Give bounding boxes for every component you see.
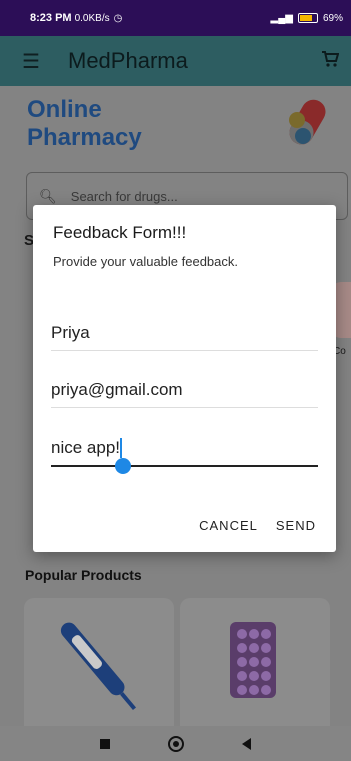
status-bar: 8:23 PM 0.0KB/s ◷ ▂▄▆ 69% bbox=[0, 0, 351, 36]
status-net-speed: 0.0KB/s bbox=[74, 12, 110, 24]
text-cursor bbox=[120, 438, 122, 458]
hero-title-line2: Pharmacy bbox=[27, 124, 142, 151]
recent-apps-icon[interactable] bbox=[100, 738, 110, 749]
alarm-icon: ◷ bbox=[113, 12, 123, 24]
search-icon: 🔍︎ bbox=[39, 187, 57, 204]
dialog-title: Feedback Form!!! bbox=[53, 223, 187, 242]
cart-icon[interactable] bbox=[321, 50, 340, 73]
pills-icon bbox=[289, 99, 326, 145]
battery-percent: 69% bbox=[322, 12, 343, 24]
hamburger-menu-icon[interactable]: ☰ bbox=[22, 49, 50, 74]
signal-icon: ▂▄▆ bbox=[270, 12, 293, 24]
feedback-field[interactable]: nice app! bbox=[51, 431, 318, 467]
feedback-dialog: Feedback Form!!! Provide your valuable f… bbox=[33, 205, 336, 552]
cursor-handle[interactable] bbox=[115, 458, 131, 474]
tablet-strip-icon bbox=[230, 622, 276, 698]
battery-icon bbox=[297, 13, 318, 23]
name-field[interactable]: Priya bbox=[51, 315, 318, 351]
cancel-button[interactable]: CANCEL bbox=[199, 518, 258, 533]
hero-title-line1: Online bbox=[27, 96, 102, 123]
email-field[interactable]: priya@gmail.com bbox=[51, 372, 318, 408]
feedback-value: nice app! bbox=[51, 438, 120, 457]
product-card-thermometer[interactable] bbox=[24, 598, 174, 738]
dialog-subtitle: Provide your valuable feedback. bbox=[53, 254, 239, 269]
email-value: priya@gmail.com bbox=[51, 379, 183, 399]
popular-products-heading: Popular Products bbox=[25, 567, 142, 583]
hero-title: Online Pharmacy bbox=[27, 96, 142, 152]
search-placeholder: Search for drugs... bbox=[70, 188, 178, 204]
send-button[interactable]: SEND bbox=[276, 518, 316, 533]
back-icon[interactable] bbox=[242, 737, 251, 750]
product-card-tablets[interactable] bbox=[180, 598, 330, 738]
dialog-actions: CANCEL SEND bbox=[199, 518, 316, 533]
status-right: ▂▄▆ 69% bbox=[271, 13, 343, 24]
status-time: 8:23 PM bbox=[30, 12, 72, 24]
app-bar: ☰ MedPharma bbox=[0, 36, 351, 86]
thermometer-icon bbox=[60, 622, 137, 711]
home-icon[interactable] bbox=[168, 735, 184, 752]
system-nav-bar bbox=[0, 726, 351, 761]
name-value: Priya bbox=[51, 322, 90, 342]
app-title: MedPharma bbox=[68, 48, 188, 73]
